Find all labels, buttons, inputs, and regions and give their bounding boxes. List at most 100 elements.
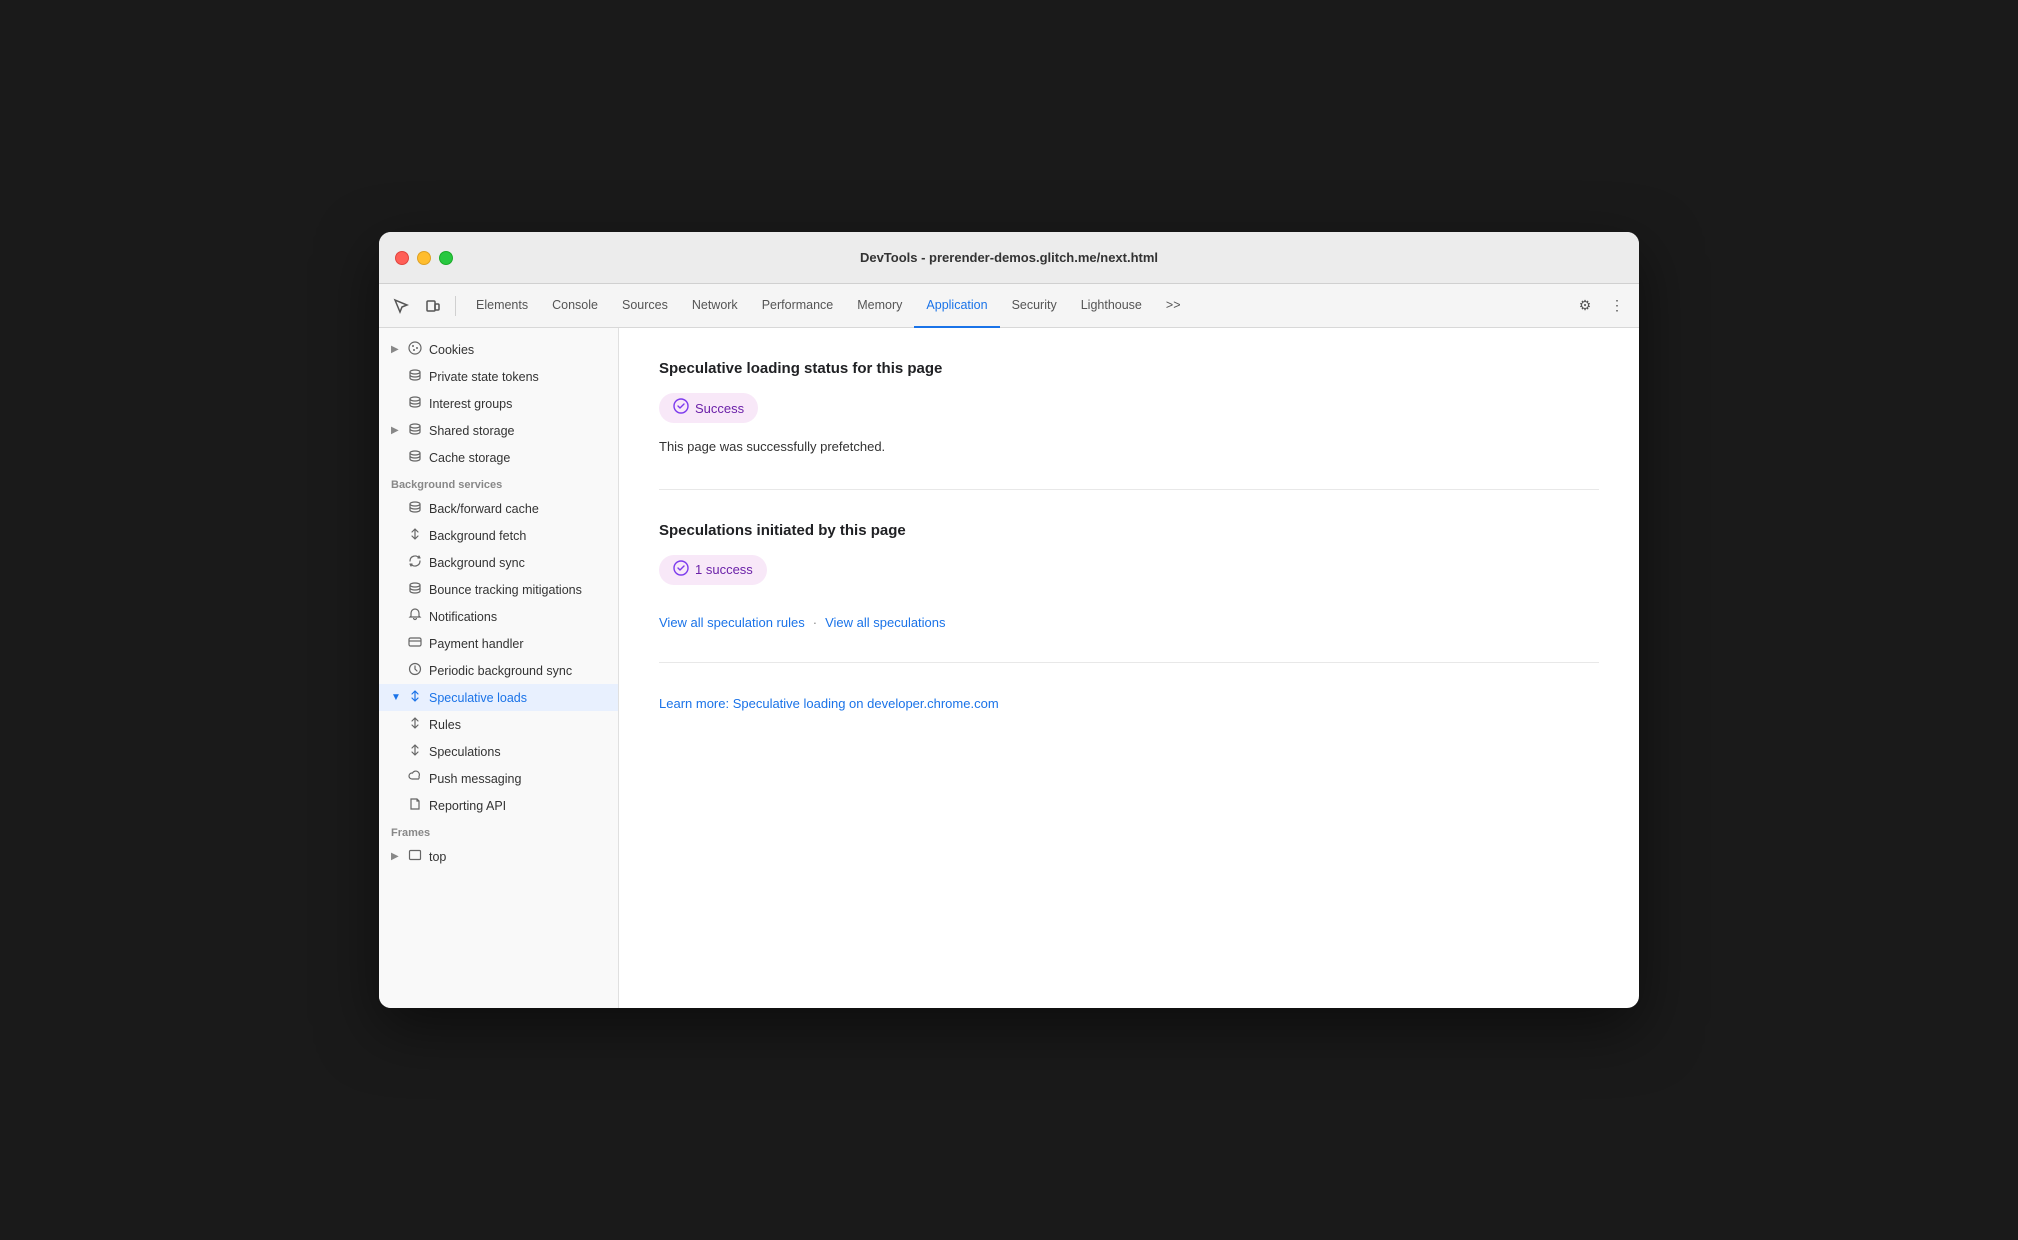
sidebar-item-backforward-cache[interactable]: Back/forward cache [379,495,618,522]
device-icon[interactable] [419,292,447,320]
db-icon [407,500,423,517]
expanded-arrow-icon: ▼ [391,692,401,703]
rules-icon [407,716,423,733]
sidebar-item-label: Bounce tracking mitigations [429,583,582,597]
sidebar-item-cache-storage[interactable]: Cache storage [379,444,618,471]
sidebar-item-label: Notifications [429,610,497,624]
arrow-icon: ▶ [391,425,401,436]
sidebar-item-label: Background fetch [429,529,526,543]
more-tabs-button[interactable]: >> [1154,284,1193,328]
sidebar-item-label: Rules [429,718,461,732]
tab-performance[interactable]: Performance [750,284,846,328]
content-area: Speculative loading status for this page… [619,328,1639,1008]
sidebar-item-periodic-bg-sync[interactable]: Periodic background sync [379,657,618,684]
close-button[interactable] [395,251,409,265]
sidebar-item-interest-groups[interactable]: Interest groups [379,390,618,417]
db-icon [407,449,423,466]
sidebar-item-shared-storage[interactable]: ▶ Shared storage [379,417,618,444]
db-icon [407,395,423,412]
sidebar-item-label: top [429,850,446,864]
tab-memory[interactable]: Memory [845,284,914,328]
sidebar-item-label: Payment handler [429,637,524,651]
toolbar: Elements Console Sources Network Perform… [379,284,1639,328]
success-count-badge: 1 success [659,555,767,585]
sidebar-item-label: Back/forward cache [429,502,539,516]
sidebar-item-speculative-loads[interactable]: ▼ Speculative loads [379,684,618,711]
tab-sources[interactable]: Sources [610,284,680,328]
toolbar-right: ⚙ ⋮ [1571,292,1631,320]
success-icon [673,398,689,418]
db-icon [407,581,423,598]
speculations-icon [407,743,423,760]
sidebar-item-label: Speculations [429,745,501,759]
sidebar-item-label: Cookies [429,343,474,357]
sidebar-item-label: Reporting API [429,799,506,813]
arrows-icon [407,527,423,544]
bg-services-section-label: Background services [379,471,618,495]
arrow-icon: ▶ [391,344,401,355]
sidebar-item-payment-handler[interactable]: Payment handler [379,630,618,657]
cookie-icon [407,341,423,358]
sidebar-item-rules[interactable]: Rules [379,711,618,738]
db-icon [407,368,423,385]
toolbar-tabs: Elements Console Sources Network Perform… [464,284,1567,328]
sidebar-item-push-messaging[interactable]: Push messaging [379,765,618,792]
speculative-loads-icon [407,689,423,706]
frame-icon [407,848,423,865]
success-count-icon [673,560,689,580]
sidebar-item-label: Background sync [429,556,525,570]
tab-lighthouse[interactable]: Lighthouse [1069,284,1154,328]
tab-network[interactable]: Network [680,284,750,328]
links-separator: · [813,615,817,630]
tab-elements[interactable]: Elements [464,284,540,328]
sidebar-item-notifications[interactable]: Notifications [379,603,618,630]
maximize-button[interactable] [439,251,453,265]
sidebar-item-label: Periodic background sync [429,664,572,678]
arrow-icon: ▶ [391,851,401,862]
more-options-icon[interactable]: ⋮ [1603,292,1631,320]
titlebar: DevTools - prerender-demos.glitch.me/nex… [379,232,1639,284]
window-title: DevTools - prerender-demos.glitch.me/nex… [860,250,1158,265]
sidebar-item-background-sync[interactable]: Background sync [379,549,618,576]
view-all-speculations-link[interactable]: View all speculations [825,615,945,630]
success-count-label: 1 success [695,562,753,577]
frames-section-label: Frames [379,819,618,843]
speculative-loading-status-section: Speculative loading status for this page… [659,360,1599,490]
sidebar-item-label: Cache storage [429,451,510,465]
file-icon [407,797,423,814]
sidebar-item-cookies[interactable]: ▶ Cookies [379,336,618,363]
sidebar-item-top-frame[interactable]: ▶ top [379,843,618,870]
sidebar-item-label: Private state tokens [429,370,539,384]
sync-icon [407,554,423,571]
minimize-button[interactable] [417,251,431,265]
badge-label: Success [695,401,744,416]
speculations-initiated-section: Speculations initiated by this page 1 su… [659,522,1599,663]
inspect-icon[interactable] [387,292,415,320]
learn-more-section: Learn more: Speculative loading on devel… [659,695,1599,745]
section2-title: Speculations initiated by this page [659,522,1599,539]
links-row: View all speculation rules · View all sp… [659,615,1599,630]
tab-security[interactable]: Security [1000,284,1069,328]
bell-icon [407,608,423,625]
sidebar-item-background-fetch[interactable]: Background fetch [379,522,618,549]
section1-title: Speculative loading status for this page [659,360,1599,377]
learn-more-link[interactable]: Learn more: Speculative loading on devel… [659,696,999,711]
sidebar-item-reporting-api[interactable]: Reporting API [379,792,618,819]
cloud-icon [407,770,423,787]
traffic-lights [395,251,453,265]
clock-icon [407,662,423,679]
sidebar-item-bounce-tracking[interactable]: Bounce tracking mitigations [379,576,618,603]
view-all-speculation-rules-link[interactable]: View all speculation rules [659,615,805,630]
sidebar-item-label: Interest groups [429,397,512,411]
settings-icon[interactable]: ⚙ [1571,292,1599,320]
toolbar-separator [455,296,456,316]
sidebar-item-private-state-tokens[interactable]: Private state tokens [379,363,618,390]
tab-application[interactable]: Application [914,284,999,328]
main-layout: ▶ Cookies Private state tokens [379,328,1639,1008]
card-icon [407,635,423,652]
tab-console[interactable]: Console [540,284,610,328]
section1-text: This page was successfully prefetched. [659,437,1599,457]
devtools-window: DevTools - prerender-demos.glitch.me/nex… [379,232,1639,1008]
sidebar-item-speculations[interactable]: Speculations [379,738,618,765]
db-icon [407,422,423,439]
